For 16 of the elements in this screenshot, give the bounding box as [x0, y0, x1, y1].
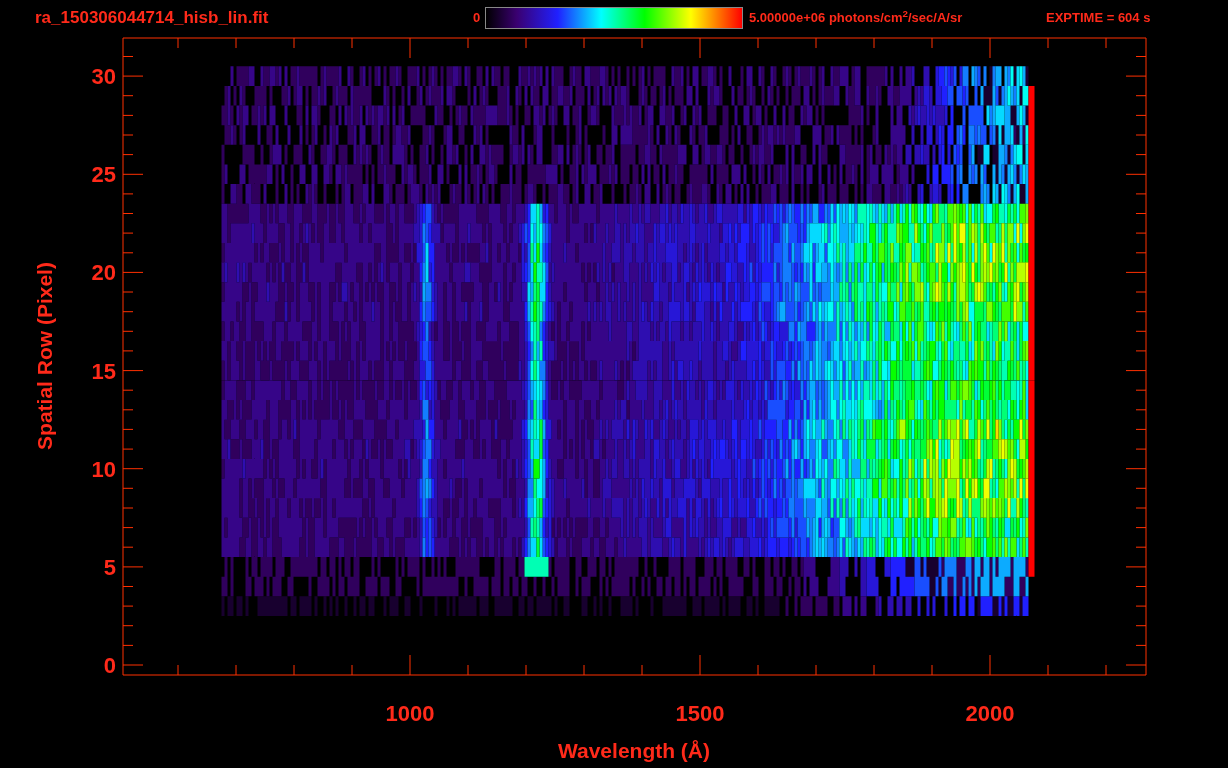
x-tick-label: 2000 — [965, 701, 1015, 726]
y-tick-label: 15 — [91, 358, 116, 384]
x-tick-label: 1000 — [385, 701, 435, 726]
y-tick-label: 20 — [91, 260, 116, 286]
y-tick-label: 5 — [103, 554, 116, 580]
y-tick-label: 10 — [91, 456, 116, 482]
x-tick-label: 1500 — [675, 701, 725, 726]
colorbar-min-label: 0 — [473, 9, 482, 28]
x-axis-title: Wavelength (Å) — [557, 739, 711, 762]
y-axis-title: Spatial Row (Pixel) — [33, 262, 56, 450]
y-tick-label: 0 — [103, 653, 116, 678]
colorbar-max-label: 5.00000e+06 photons/cm$^{2}$/sec/A/sr — [749, 8, 964, 28]
file-title: ra_150306044714_hisb_lin.fit — [35, 7, 270, 30]
y-tick-label: 30 — [91, 64, 116, 90]
exposure-label: EXPTIME = 604 s — [1046, 9, 1151, 28]
y-tick-label: 25 — [91, 162, 116, 188]
